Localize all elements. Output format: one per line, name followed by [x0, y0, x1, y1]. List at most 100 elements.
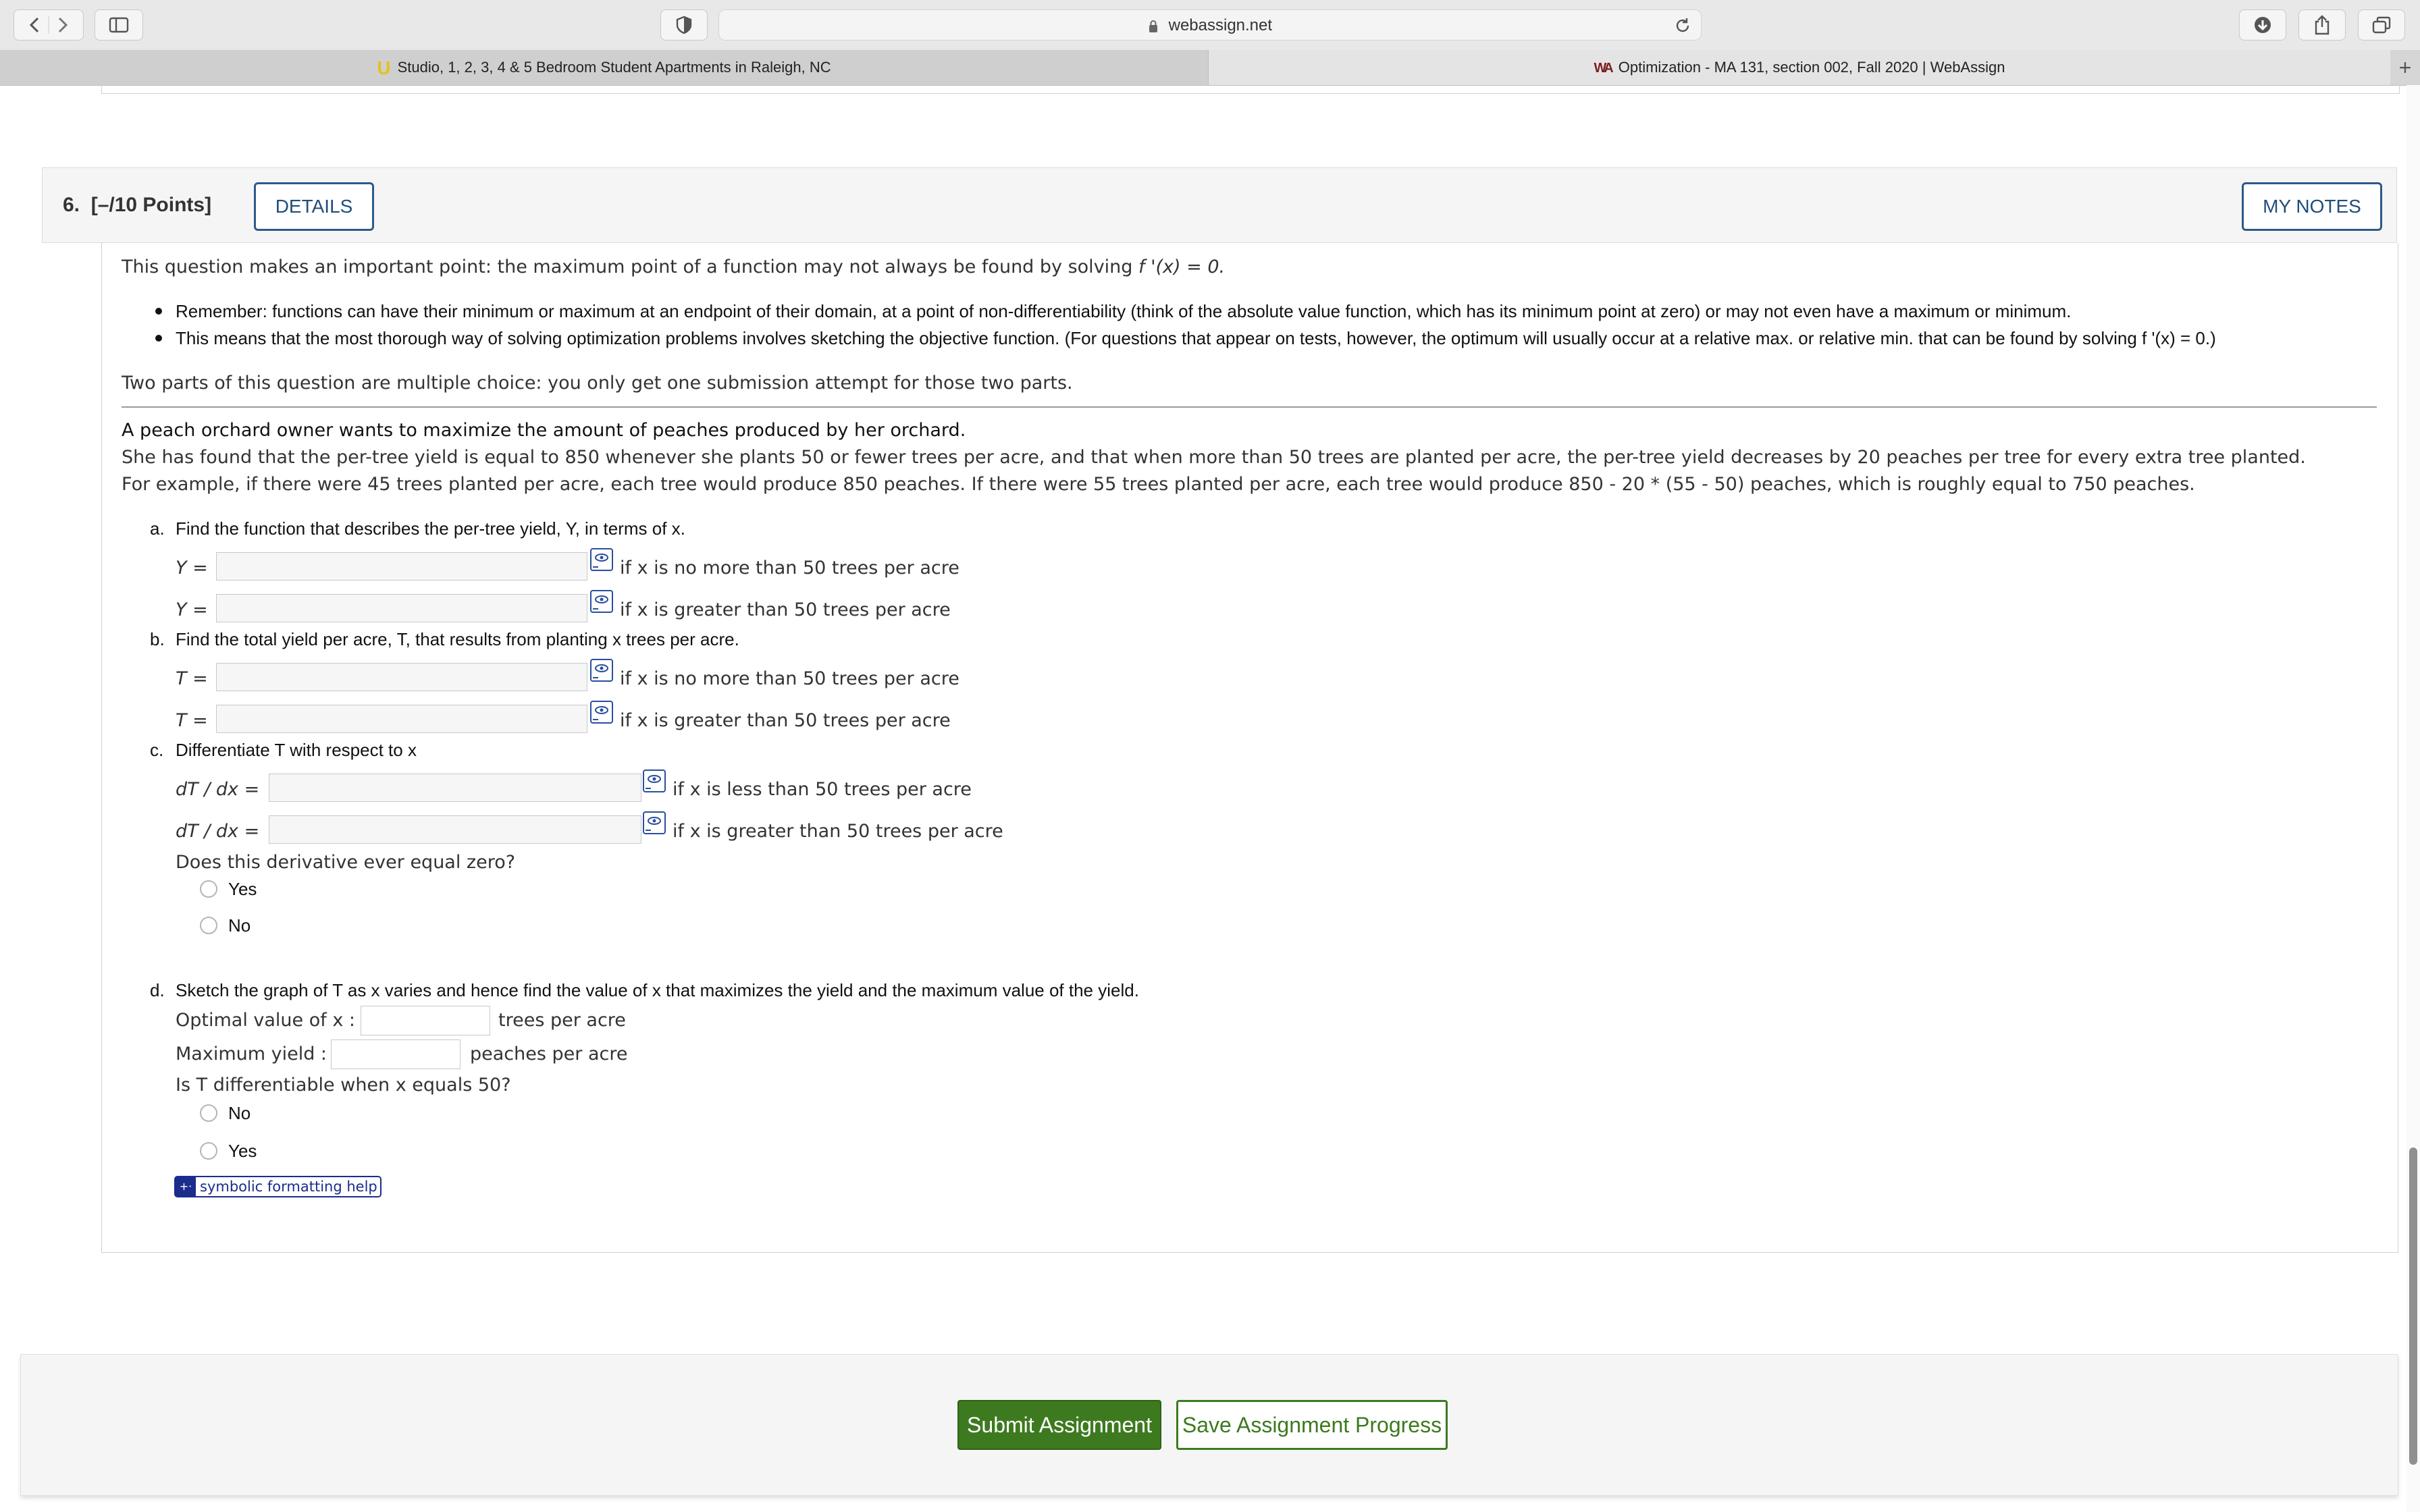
part-c-lhs: dT / dx =: [176, 821, 260, 842]
eye-icon: [646, 775, 661, 789]
problem-line-2: She has found that the per-tree yield is…: [122, 447, 2306, 468]
radio-label: No: [228, 915, 251, 936]
scrollbar-thumb[interactable]: [2409, 1148, 2417, 1465]
part-c-prompt: Differentiate T with respect to x: [176, 740, 417, 760]
tab-overview-button[interactable]: [2358, 9, 2405, 40]
answer-input-t-high[interactable]: [216, 705, 587, 733]
eye-icon: [646, 817, 661, 831]
part-b-condition: if x is no more than 50 trees per acre: [620, 668, 959, 689]
tab-apartments[interactable]: U Studio, 1, 2, 3, 4 & 5 Bedroom Student …: [0, 50, 1209, 85]
preview-button[interactable]: [590, 659, 613, 682]
sidebar-icon: [109, 17, 129, 33]
part-a-condition: if x is greater than 50 trees per acre: [620, 599, 951, 620]
part-d-question: Is T differentiable when x equals 50?: [176, 1075, 511, 1096]
answer-input-y-high[interactable]: [216, 594, 587, 622]
previous-question-box: [101, 85, 2400, 94]
optimal-x-label: Optimal value of x :: [176, 1010, 356, 1031]
max-yield-input[interactable]: [331, 1040, 461, 1069]
part-b-lhs: T =: [176, 668, 208, 689]
preview-button[interactable]: [590, 590, 613, 613]
tab-title: Studio, 1, 2, 3, 4 & 5 Bedroom Student A…: [397, 59, 831, 76]
part-c-label: c.: [150, 740, 164, 760]
part-b-lhs: T =: [176, 710, 208, 731]
bullet-dot: [155, 308, 162, 315]
symbolic-formatting-help-button[interactable]: +· symbolic formatting help: [174, 1176, 382, 1197]
back-forward-icon: [29, 16, 68, 34]
multiple-choice-note: Two parts of this question are multiple …: [122, 373, 1073, 394]
webassign-favicon: WA: [1594, 61, 1614, 76]
question-number: 6. [–/10 Points]: [63, 194, 212, 216]
sidebar-toggle-button[interactable]: [95, 9, 143, 40]
part-d-prompt: Sketch the graph of T as x varies and he…: [176, 980, 1139, 1000]
privacy-shield-button[interactable]: [660, 9, 708, 40]
tab-title: Optimization - MA 131, section 002, Fall…: [1618, 59, 2005, 76]
part-a-prompt: Find the function that describes the per…: [176, 518, 685, 539]
shield-icon: [676, 16, 692, 34]
question-points: [–/10 Points]: [90, 194, 212, 216]
problem-line-1: A peach orchard owner wants to maximize …: [122, 420, 966, 441]
downloads-button[interactable]: [2239, 9, 2286, 40]
download-icon: [2255, 17, 2271, 33]
preview-button[interactable]: [590, 548, 613, 571]
part-a-label: a.: [150, 518, 165, 539]
tab-webassign[interactable]: WA Optimization - MA 131, section 002, Fa…: [1209, 50, 2390, 85]
optimal-x-unit: trees per acre: [498, 1010, 626, 1031]
lock-icon: [1149, 20, 1157, 32]
preview-button[interactable]: [590, 701, 613, 724]
divider: [122, 406, 2377, 408]
radio-label: Yes: [228, 879, 257, 899]
reload-icon[interactable]: [1674, 17, 1691, 34]
part-c-question: Does this derivative ever equal zero?: [176, 852, 516, 873]
preview-button[interactable]: [643, 811, 666, 834]
share-icon: [2315, 15, 2330, 35]
answer-input-t-low[interactable]: [216, 663, 587, 691]
bullet-dot: [155, 335, 162, 342]
math-symbols-icon: +·: [176, 1177, 196, 1196]
back-forward-buttons[interactable]: [14, 9, 84, 40]
radio-yes[interactable]: [200, 880, 217, 898]
submit-assignment-button[interactable]: Submit Assignment: [957, 1400, 1161, 1450]
address-bar[interactable]: webassign.net: [718, 9, 1702, 40]
radio-label: Yes: [228, 1141, 257, 1161]
eye-icon: [593, 664, 608, 678]
part-c-condition: if x is less than 50 trees per acre: [673, 779, 972, 800]
part-b-prompt: Find the total yield per acre, T, that r…: [176, 629, 739, 649]
details-button[interactable]: DETAILS: [254, 182, 374, 231]
url-text: webassign.net: [1168, 16, 1273, 34]
eye-icon: [593, 554, 608, 568]
question-header: 6. [–/10 Points]: [42, 167, 2397, 243]
part-a-lhs: Y =: [176, 558, 208, 578]
part-d-label: d.: [150, 980, 165, 1000]
help-label: symbolic formatting help: [200, 1179, 377, 1195]
preview-button[interactable]: [643, 770, 666, 792]
save-progress-button[interactable]: Save Assignment Progress: [1176, 1400, 1448, 1450]
tab-bar: U Studio, 1, 2, 3, 4 & 5 Bedroom Student …: [0, 50, 2420, 86]
share-button[interactable]: [2298, 9, 2346, 40]
part-c-condition: if x is greater than 50 trees per acre: [673, 821, 1003, 842]
answer-input-y-low[interactable]: [216, 552, 587, 580]
browser-toolbar: webassign.net: [0, 0, 2420, 51]
max-yield-unit: peaches per acre: [470, 1044, 628, 1064]
bullet-item: This means that the most thorough way of…: [176, 328, 2216, 348]
question-body: [101, 243, 2398, 1253]
max-yield-label: Maximum yield :: [176, 1044, 327, 1064]
answer-input-dtdx-high[interactable]: [269, 815, 641, 844]
eye-icon: [593, 706, 608, 720]
radio-no[interactable]: [200, 917, 217, 934]
intro-text: This question makes an important point: …: [122, 256, 1226, 277]
eye-icon: [593, 595, 608, 610]
radio-no[interactable]: [200, 1104, 217, 1122]
radio-yes[interactable]: [200, 1142, 217, 1160]
radio-label: No: [228, 1103, 251, 1123]
problem-line-3: For example, if there were 45 trees plan…: [122, 474, 2195, 495]
my-notes-button[interactable]: MY NOTES: [2242, 182, 2382, 231]
bullet-item: Remember: functions can have their minim…: [176, 301, 2072, 321]
new-tab-button[interactable]: +: [2390, 50, 2420, 85]
answer-input-dtdx-low[interactable]: [269, 774, 641, 802]
part-a-lhs: Y =: [176, 599, 208, 620]
part-b-label: b.: [150, 629, 165, 649]
apartments-favicon: U: [377, 57, 391, 79]
optimal-x-input[interactable]: [361, 1006, 490, 1035]
part-c-lhs: dT / dx =: [176, 779, 260, 800]
part-a-condition: if x is no more than 50 trees per acre: [620, 558, 959, 578]
